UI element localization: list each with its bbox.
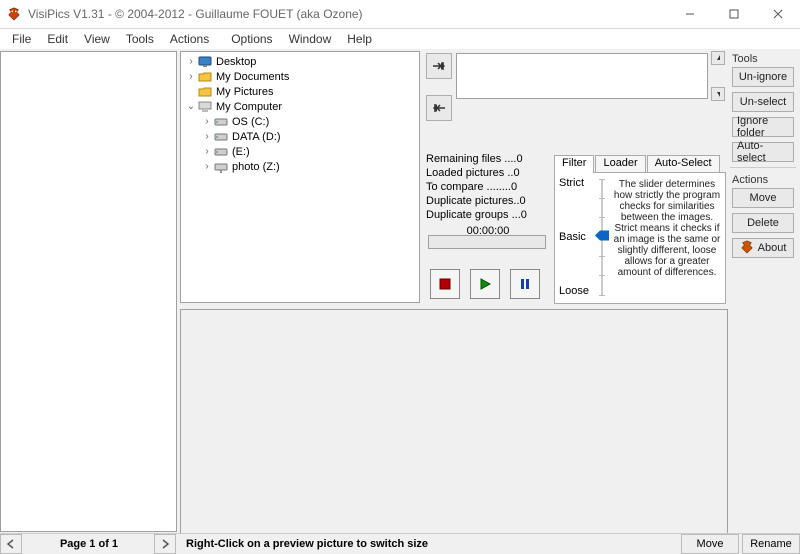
tree-expander-icon[interactable]: ›: [201, 131, 213, 142]
settings-tabstrip: Filter Loader Auto-Select: [554, 155, 724, 173]
progress-bar: [428, 235, 546, 249]
autoselect-button[interactable]: Auto-select: [732, 142, 794, 162]
tree-item[interactable]: ⌄ My Computer: [185, 99, 415, 114]
disk-icon: [213, 145, 229, 159]
tools-heading: Tools: [732, 53, 796, 65]
menu-actions[interactable]: Actions: [162, 30, 217, 48]
menu-window[interactable]: Window: [281, 30, 340, 48]
tree-item-label: My Computer: [216, 101, 282, 113]
disk-icon: [213, 130, 229, 144]
filter-slider[interactable]: [595, 179, 609, 295]
filter-description: The slider determines how strictly the p…: [613, 179, 721, 299]
app-icon: [6, 6, 22, 22]
status-bar: Page 1 of 1 Right-Click on a preview pic…: [0, 533, 800, 554]
tree-expander-icon[interactable]: ›: [201, 146, 213, 157]
remove-folder-button[interactable]: [426, 95, 452, 121]
filter-loose-label: Loose: [559, 285, 593, 297]
tree-expander-icon[interactable]: ›: [185, 56, 197, 67]
tab-filter[interactable]: Filter: [554, 155, 594, 173]
menu-bar: File Edit View Tools Actions Options Win…: [0, 29, 800, 50]
list-reorder-arrows: [711, 51, 725, 101]
list-move-down-button[interactable]: [711, 87, 725, 101]
unselect-button[interactable]: Un-select: [732, 92, 794, 112]
tab-autoselect[interactable]: Auto-Select: [647, 155, 720, 173]
selected-folders-list[interactable]: [456, 53, 708, 99]
stat-remaining: Remaining files ....0: [426, 153, 550, 167]
fox-icon: [740, 240, 754, 257]
window-title: VisiPics V1.31 - © 2004-2012 - Guillaume…: [28, 7, 668, 21]
add-folder-button[interactable]: [426, 53, 452, 79]
netdrive-icon: [213, 160, 229, 174]
maximize-button[interactable]: [712, 0, 756, 28]
filter-scale-labels: Strict Basic Loose: [559, 177, 593, 297]
stat-loaded: Loaded pictures ..0: [426, 167, 550, 181]
folder-icon: [197, 70, 213, 84]
tree-expander-icon[interactable]: ›: [201, 116, 213, 127]
thumbnail-strip: [0, 51, 177, 532]
tree-expander-icon[interactable]: ›: [201, 161, 213, 172]
prev-page-button[interactable]: [0, 534, 22, 554]
folder-icon: [197, 85, 213, 99]
menu-edit[interactable]: Edit: [39, 30, 76, 48]
menu-file[interactable]: File: [4, 30, 39, 48]
stats-block: Remaining files ....0 Loaded pictures ..…: [426, 153, 550, 239]
tree-item[interactable]: My Pictures: [185, 84, 415, 99]
tree-item[interactable]: › DATA (D:): [185, 129, 415, 144]
tree-item-label: (E:): [232, 146, 250, 158]
preview-area[interactable]: [180, 309, 728, 534]
statusbar-move-button[interactable]: Move: [681, 534, 739, 554]
add-remove-arrows: [426, 53, 454, 149]
menu-help[interactable]: Help: [339, 30, 380, 48]
window-buttons: [668, 0, 800, 28]
menu-tools[interactable]: Tools: [118, 30, 162, 48]
stat-dup-groups: Duplicate groups ...0: [426, 209, 550, 223]
tree-item[interactable]: › Desktop: [185, 54, 415, 69]
title-bar: VisiPics V1.31 - © 2004-2012 - Guillaume…: [0, 0, 800, 29]
tree-item-label: My Pictures: [216, 86, 273, 98]
tree-item-label: Desktop: [216, 56, 256, 68]
menu-view[interactable]: View: [76, 30, 118, 48]
disk-icon: [213, 115, 229, 129]
actions-heading: Actions: [732, 174, 796, 186]
filter-strict-label: Strict: [559, 177, 593, 189]
delete-button[interactable]: Delete: [732, 213, 794, 233]
tree-item-label: OS (C:): [232, 116, 269, 128]
tree-item[interactable]: › photo (Z:): [185, 159, 415, 174]
tree-expander-icon[interactable]: ›: [185, 71, 197, 82]
tree-item-label: My Documents: [216, 71, 289, 83]
unignore-button[interactable]: Un-ignore: [732, 67, 794, 87]
stat-compare: To compare ........0: [426, 181, 550, 195]
pause-button[interactable]: [510, 269, 540, 299]
computer-icon: [197, 100, 213, 114]
ignore-folder-button[interactable]: Ignore folder: [732, 117, 794, 137]
move-button[interactable]: Move: [732, 188, 794, 208]
tree-item[interactable]: › (E:): [185, 144, 415, 159]
stop-button[interactable]: [430, 269, 460, 299]
right-column: Tools Un-ignore Un-select Ignore folder …: [730, 51, 796, 532]
tree-item-label: photo (Z:): [232, 161, 280, 173]
tab-loader[interactable]: Loader: [595, 155, 645, 173]
about-label: About: [758, 242, 787, 254]
tree-item[interactable]: › My Documents: [185, 69, 415, 84]
play-button[interactable]: [470, 269, 500, 299]
filter-slider-thumb[interactable]: [595, 231, 609, 244]
minimize-button[interactable]: [668, 0, 712, 28]
next-page-button[interactable]: [154, 534, 176, 554]
page-indicator: Page 1 of 1: [24, 538, 154, 550]
stat-dup-pictures: Duplicate pictures..0: [426, 195, 550, 209]
close-button[interactable]: [756, 0, 800, 28]
folder-tree[interactable]: › Desktop › My Documents My Pictures ⌄ My Comp…: [180, 51, 420, 303]
tree-expander-icon[interactable]: ⌄: [185, 101, 197, 112]
list-move-up-button[interactable]: [711, 51, 725, 65]
filter-basic-label: Basic: [559, 231, 593, 243]
tree-item-label: DATA (D:): [232, 131, 280, 143]
menu-options[interactable]: Options: [223, 30, 280, 48]
filter-panel: Strict Basic Loose The slider determines…: [554, 172, 726, 304]
status-hint: Right-Click on a preview picture to swit…: [186, 538, 678, 550]
about-button[interactable]: About: [732, 238, 794, 258]
desktop-icon: [197, 55, 213, 69]
transport-controls: [430, 269, 540, 299]
statusbar-rename-button[interactable]: Rename: [742, 534, 800, 554]
tree-item[interactable]: › OS (C:): [185, 114, 415, 129]
